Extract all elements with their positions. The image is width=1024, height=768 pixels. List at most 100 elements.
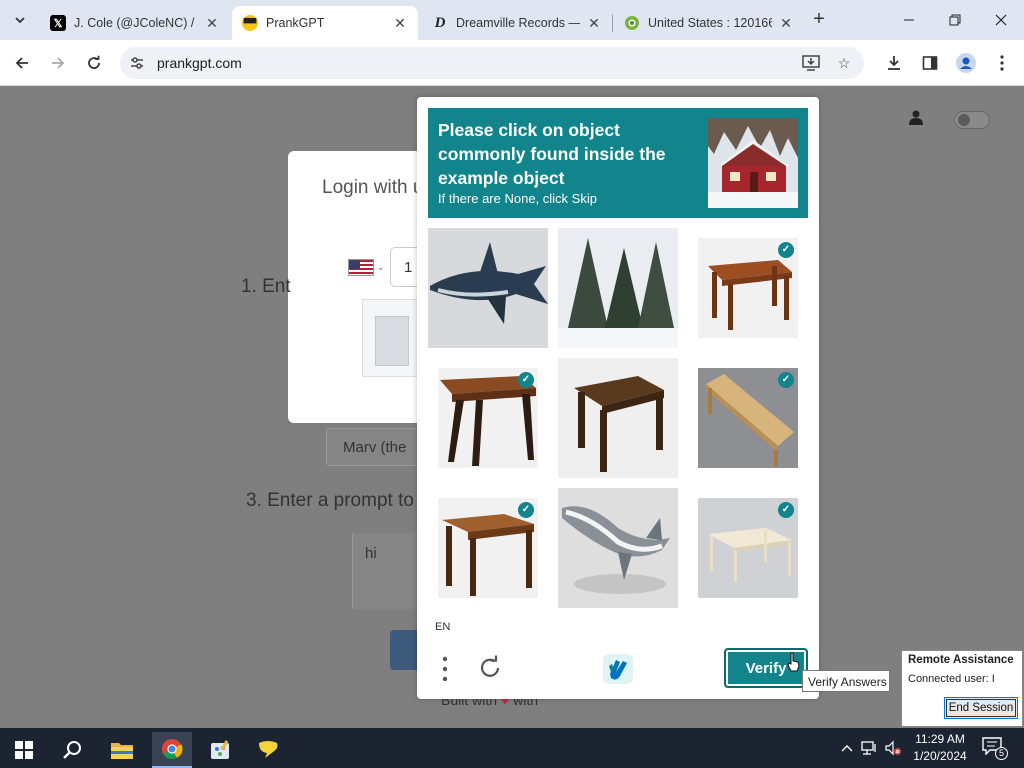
captcha-refresh-button[interactable] — [477, 655, 503, 681]
captcha-tile-8[interactable] — [558, 488, 678, 608]
captcha-tile-5[interactable] — [558, 358, 678, 478]
dark-wooden-table-image — [558, 358, 678, 478]
shark-image — [428, 228, 548, 348]
back-button[interactable] — [10, 51, 34, 75]
dreamville-logo-icon: D — [434, 14, 446, 31]
network-icon[interactable] — [861, 739, 879, 757]
sticky-notes-button[interactable] — [248, 732, 288, 768]
hcaptcha-logo-icon[interactable] — [601, 652, 635, 686]
kebab-menu-icon — [1000, 55, 1004, 71]
hand-cursor-icon — [787, 652, 800, 672]
tab-separator — [612, 14, 613, 32]
globe-icon — [624, 15, 640, 31]
downloads-button[interactable] — [882, 51, 906, 75]
windows-taskbar: 11:29 AM 1/20/2024 5 — [0, 728, 1024, 768]
minimize-button[interactable] — [886, 6, 932, 34]
address-bar[interactable]: prankgpt.com ☆ — [120, 47, 864, 79]
install-app-icon[interactable] — [802, 54, 820, 72]
tab-strip: 𝕏 J. Cole (@JColeNC) / X ✕ ▀▀ PrankGPT ✕… — [0, 0, 1024, 40]
checkmark-icon: ✓ — [518, 372, 534, 388]
clock-time: 11:29 AM — [915, 732, 965, 746]
close-icon[interactable]: ✕ — [586, 15, 602, 32]
checkmark-icon: ✓ — [518, 502, 534, 518]
captcha-tile-7[interactable]: ✓ — [428, 488, 548, 608]
theme-toggle[interactable] — [954, 111, 990, 129]
captcha-tile-9[interactable]: ✓ — [688, 488, 808, 608]
speech-bubble-icon — [259, 741, 278, 758]
ra-connected-user: Connected user: I — [908, 673, 995, 685]
notifications-button[interactable]: 5 — [982, 737, 1008, 760]
notification-count-badge: 5 — [995, 747, 1008, 760]
captcha-tile-2[interactable] — [558, 228, 678, 348]
restore-button[interactable] — [932, 6, 978, 34]
tab-title: PrankGPT — [266, 16, 325, 30]
side-panel-icon — [922, 56, 938, 70]
qr-placeholder — [375, 316, 409, 366]
sunglasses-emoji-icon: ▀▀ — [242, 15, 258, 31]
close-icon[interactable]: ✕ — [778, 15, 794, 32]
download-icon — [888, 56, 900, 70]
back-arrow-icon — [15, 57, 28, 69]
clock-date: 1/20/2024 — [913, 749, 967, 763]
chrome-taskbar-button[interactable] — [152, 732, 192, 768]
chevron-down-icon[interactable]: ⌄ — [377, 262, 385, 273]
close-icon[interactable]: ✕ — [204, 15, 220, 32]
captcha-tile-4[interactable]: ✓ — [428, 358, 548, 478]
new-tab-button[interactable]: + — [808, 9, 830, 31]
checkmark-icon: ✓ — [778, 372, 794, 388]
forward-arrow-icon — [52, 57, 65, 69]
close-icon[interactable]: ✕ — [392, 15, 408, 32]
chrome-menu-button[interactable] — [990, 51, 1014, 75]
close-icon — [995, 14, 1007, 26]
system-clock[interactable]: 11:29 AM 1/20/2024 — [906, 731, 974, 765]
paint-button[interactable] — [200, 732, 240, 768]
reload-icon — [88, 55, 100, 69]
captcha-tile-1[interactable] — [428, 228, 548, 348]
end-session-button[interactable]: End Session — [944, 697, 1018, 719]
user-icon[interactable] — [906, 107, 926, 127]
file-explorer-button[interactable] — [102, 732, 142, 768]
forward-button[interactable] — [46, 51, 70, 75]
search-icon — [63, 741, 81, 759]
side-panel-button[interactable] — [918, 51, 942, 75]
close-window-button[interactable] — [978, 6, 1024, 34]
tab-jcole[interactable]: 𝕏 J. Cole (@JColeNC) / X ✕ — [40, 6, 230, 40]
chrome-icon — [162, 739, 183, 760]
start-button[interactable] — [4, 732, 44, 768]
language-selector[interactable]: EN — [435, 621, 450, 633]
minimize-icon — [904, 19, 914, 21]
verify-tooltip: Verify Answers — [802, 670, 890, 692]
windows-logo-icon — [15, 741, 33, 759]
browser-toolbar: prankgpt.com ☆ — [0, 40, 1024, 86]
tab-title: Dreamville Records — — [456, 16, 580, 30]
refresh-icon — [480, 655, 500, 677]
profile-button[interactable] — [954, 51, 978, 75]
search-button[interactable] — [52, 732, 92, 768]
vertical-dots-icon — [442, 656, 448, 682]
tab-prankgpt[interactable]: ▀▀ PrankGPT ✕ — [232, 6, 418, 40]
bookmark-star-icon[interactable]: ☆ — [835, 54, 853, 72]
captcha-tile-6[interactable]: ✓ — [688, 358, 808, 478]
chevron-up-icon[interactable] — [838, 739, 856, 757]
ra-title: Remote Assistance — [908, 654, 1014, 666]
model-select[interactable]: Marv (the — [326, 428, 426, 466]
volume-muted-icon[interactable] — [884, 739, 902, 757]
x-logo-icon: 𝕏 — [50, 15, 66, 31]
checkmark-icon: ✓ — [778, 242, 794, 258]
profile-avatar-icon — [956, 53, 976, 73]
url-text: prankgpt.com — [157, 55, 242, 71]
tab-dreamville[interactable]: D Dreamville Records — ✕ — [422, 6, 612, 40]
example-image-red-cabin — [708, 118, 798, 208]
captcha-menu-button[interactable] — [437, 656, 453, 682]
tab-united-states[interactable]: United States : 120166 ✕ — [614, 6, 804, 40]
site-settings-icon[interactable] — [128, 54, 146, 72]
captcha-subtext: If there are None, click Skip — [438, 191, 597, 206]
tab-title: United States : 120166 — [648, 16, 772, 30]
tab-search-dropdown[interactable] — [8, 8, 32, 32]
captcha-prompt: Please click on object commonly found in… — [438, 120, 666, 188]
captcha-tile-3[interactable]: ✓ — [688, 228, 808, 348]
reload-button[interactable] — [82, 51, 106, 75]
step-3-label: 3. Enter a prompt to — [246, 490, 414, 511]
us-flag-icon[interactable] — [348, 259, 374, 276]
pine-trees-image — [558, 228, 678, 348]
